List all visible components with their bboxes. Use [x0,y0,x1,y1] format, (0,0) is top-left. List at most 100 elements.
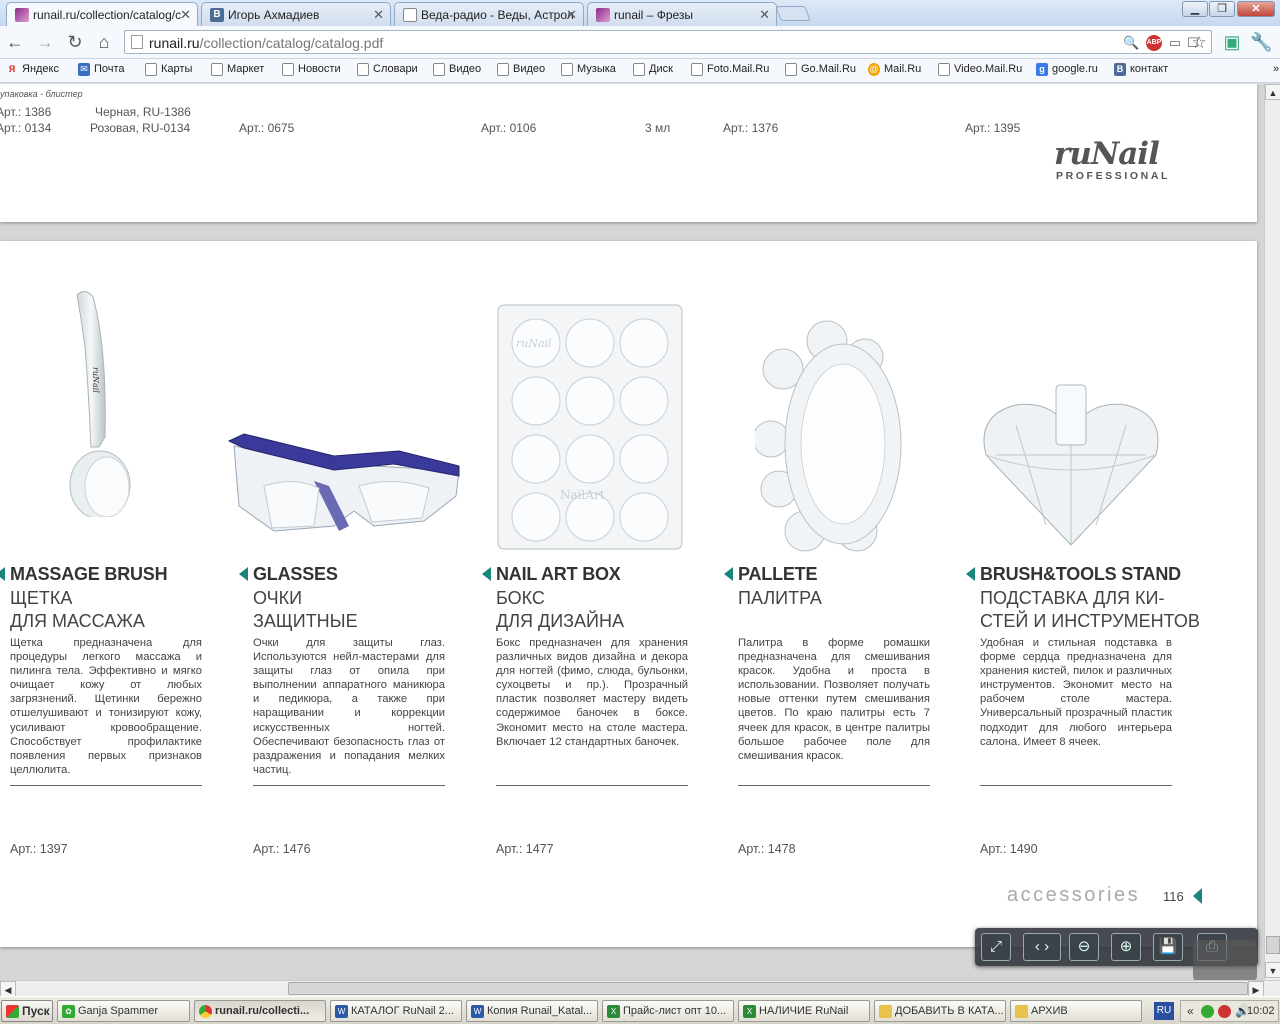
close-tab-icon[interactable]: ✕ [566,7,577,23]
adblock-icon[interactable]: ABP [1146,35,1162,51]
bookmark-market[interactable]: Маркет [211,63,264,76]
tab-vk[interactable]: B Игорь Ахмадиев ✕ [201,2,391,26]
fit-width-icon[interactable]: ‹ › [1023,933,1061,961]
bookmark-go-mail[interactable]: Go.Mail.Ru [785,63,856,76]
product-description: Удобная и стильная подставка в форме сер… [980,637,1172,748]
tab-runail-frezy[interactable]: runail – Фрезы ✕ [587,2,777,26]
scroll-down-arrow-icon[interactable]: ▼ [1265,962,1280,978]
google-icon: g [1036,63,1048,76]
excel-icon: X [607,1005,620,1018]
pdf-viewer[interactable]: упаковка - блистер Арт.: 1386 Черная, RU… [0,84,1264,980]
bookmark-mail-ru[interactable]: @ Mail.Ru [868,63,921,76]
bookmark-foto-mail[interactable]: Foto.Mail.Ru [691,63,769,76]
close-tab-icon[interactable]: ✕ [180,7,191,23]
bookmark-pochta[interactable]: ✉ Почта [78,63,125,76]
pdf-toolbar-toggle[interactable] [1193,940,1257,982]
glasses-image [227,433,460,532]
close-tab-icon[interactable]: ✕ [759,7,770,23]
product-subtitle: ОЧКИ ЗАЩИТНЫЕ [253,588,358,631]
bullet-triangle-icon [0,567,5,581]
search-icon[interactable]: 🔍 [1123,35,1139,51]
article-number: Арт.: 0675 [239,121,295,135]
bookmark-kontakt[interactable]: Bконтакт [1114,63,1168,76]
scroll-up-arrow-icon[interactable]: ▲ [1265,84,1280,100]
task-katalog-runail[interactable]: W КАТАЛОГ RuNail 2... [330,1000,462,1022]
scroll-right-arrow-icon[interactable]: ▶ [1248,981,1264,997]
task-dobavit[interactable]: ДОБАВИТЬ В КАТА... [874,1000,1006,1022]
word-icon: W [335,1005,348,1018]
tab-label: runail – Фрезы [614,8,694,22]
task-kopiya-runail[interactable]: W Копия Runail_Katal... [466,1000,598,1022]
tab-veda-radio[interactable]: Веда-радио - Веды, Астрол ✕ [394,2,584,26]
article-number: Арт.: 1386 [0,105,52,119]
zoom-in-icon[interactable]: ⊕ [1111,933,1141,961]
task-nalichie[interactable]: X НАЛИЧИЕ RuNail [738,1000,870,1022]
wrench-icon[interactable]: 🔧 [1250,31,1272,53]
divider [10,785,202,786]
divider [496,785,688,786]
page-icon [357,63,369,76]
page-icon [497,63,509,76]
vertical-scrollbar[interactable]: ▲ ▼ [1264,84,1280,980]
star-icon[interactable]: ☆ [1191,34,1207,51]
yandex-icon: Я [8,64,16,74]
save-icon[interactable]: 💾 [1153,933,1183,961]
tab-label: runail.ru/collection/catalog/c [33,8,182,22]
reload-icon[interactable]: ↻ [64,31,86,53]
task-arhiv[interactable]: АРХИВ [1010,1000,1142,1022]
horizontal-scrollbar[interactable]: ◀ ▶ [0,980,1280,997]
task-price-list[interactable]: X Прайс-лист опт 10... [602,1000,734,1022]
product-article: Арт.: 1476 [253,842,311,856]
product-article: Арт.: 1397 [10,842,68,856]
svg-text:ruNail: ruNail [516,337,552,350]
forward-arrow-icon[interactable]: → [34,31,56,53]
extension-green-icon[interactable]: ▣ [1221,31,1243,53]
zoom-out-icon[interactable]: ⊖ [1069,933,1099,961]
close-window-button[interactable]: ✕ [1237,1,1275,17]
bookmarks-overflow-icon[interactable]: » [1257,63,1279,75]
bookmark-yandex[interactable]: Я Яндекс [6,63,59,75]
address-bar[interactable]: runail.ru/collection/catalog/catalog.pdf… [124,30,1212,54]
vk-icon: B [1114,63,1126,76]
info-icon[interactable] [1201,1005,1214,1018]
vk-favicon: B [210,8,224,22]
task-chrome-runail[interactable]: runail.ru/collecti... [194,1000,326,1022]
bookmark-video-mail[interactable]: Video.Mail.Ru [938,63,1022,76]
folder-icon [1015,1005,1028,1018]
new-tab-button[interactable] [775,6,811,21]
bookmark-karty[interactable]: Карты [145,63,192,76]
maximize-button[interactable]: ❐ [1209,1,1235,17]
page-icon [785,63,797,76]
bookmark-novosti[interactable]: Новости [282,63,341,76]
fit-page-icon[interactable]: ⤢ [981,933,1011,961]
scroll-thumb[interactable] [1266,936,1280,954]
product-description: Палитра в форме ромашки предназначена дл… [738,637,930,762]
tray-expand-icon[interactable]: « [1187,1004,1194,1018]
bookmark-video-2[interactable]: Видео [497,63,545,76]
product-description: Щетка предназначена для процедуры легког… [10,637,202,776]
antivirus-icon[interactable] [1218,1005,1231,1018]
bookmark-slovari[interactable]: Словари [357,63,418,76]
page-icon [211,63,223,76]
bookmark-muzyka[interactable]: Музыка [561,63,616,76]
volume-label: 3 мл [645,121,671,135]
bookmark-google[interactable]: g google.ru [1036,63,1098,76]
back-arrow-icon[interactable]: ← [4,31,26,53]
language-indicator[interactable]: RU [1154,1002,1174,1020]
close-tab-icon[interactable]: ✕ [373,7,384,23]
task-ganja-spammer[interactable]: ✿ Ganja Spammer [57,1000,190,1022]
bookmark-video[interactable]: Видео [433,63,481,76]
home-icon[interactable]: ⌂ [93,31,115,53]
page-icon [131,35,143,49]
scroll-left-arrow-icon[interactable]: ◀ [0,981,16,997]
divider [980,785,1172,786]
tab-runail-catalog[interactable]: runail.ru/collection/catalog/c ✕ [6,2,198,26]
scroll-thumb[interactable] [288,982,1248,995]
minimize-button[interactable]: ▁ [1182,1,1208,17]
start-button[interactable]: Пуск [1,1000,53,1022]
tab-label: Веда-радио - Веды, Астрол [421,8,574,22]
product-title: PALLETE [738,564,818,584]
article-number: Арт.: 1395 [965,121,1021,135]
bookmark-disk[interactable]: Диск [633,63,673,76]
translate-icon[interactable]: ▭ [1167,35,1183,51]
